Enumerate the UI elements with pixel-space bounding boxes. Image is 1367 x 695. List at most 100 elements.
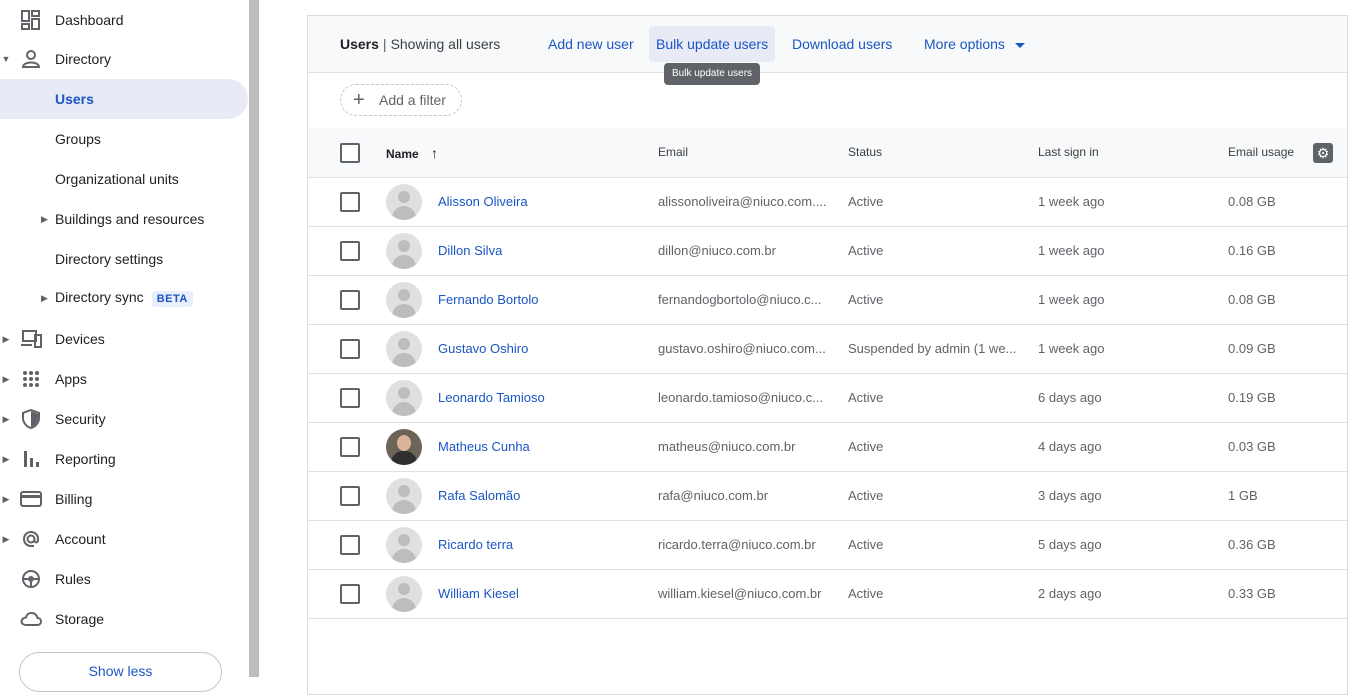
sidebar-item-label: Users <box>55 91 94 107</box>
column-email[interactable]: Email <box>658 145 688 159</box>
avatar <box>386 282 422 318</box>
sidebar-item-reporting[interactable]: ▶ Reporting <box>0 439 249 479</box>
sidebar-item-storage[interactable]: Storage <box>0 599 249 639</box>
sidebar-item-groups[interactable]: Groups <box>0 119 249 159</box>
column-status[interactable]: Status <box>848 145 882 159</box>
table-row[interactable]: Ricardo terra ricardo.terra@niuco.com.br… <box>308 520 1347 570</box>
sidebar-item-label: Apps <box>55 371 87 387</box>
sidebar-item-directory-sync[interactable]: ▶ Directory sync BETA <box>0 278 249 318</box>
add-filter-label: Add a filter <box>379 92 446 108</box>
avatar <box>386 331 422 367</box>
table-row[interactable]: Leonardo Tamioso leonardo.tamioso@niuco.… <box>308 373 1347 423</box>
user-status: Active <box>848 194 884 209</box>
sidebar-item-dashboard[interactable]: Dashboard <box>0 0 249 40</box>
filter-bar: + Add a filter <box>308 72 1347 129</box>
user-status: Active <box>848 488 884 503</box>
sidebar-item-buildings[interactable]: ▶ Buildings and resources <box>0 199 249 239</box>
table-row[interactable]: Matheus Cunha matheus@niuco.com.br Activ… <box>308 422 1347 472</box>
user-name-link[interactable]: Leonardo Tamioso <box>438 390 545 405</box>
row-checkbox[interactable] <box>340 486 360 506</box>
credit-card-icon <box>20 488 42 510</box>
row-checkbox[interactable] <box>340 241 360 261</box>
row-checkbox[interactable] <box>340 388 360 408</box>
select-all-checkbox[interactable] <box>340 143 360 163</box>
user-name-link[interactable]: Alisson Oliveira <box>438 194 528 209</box>
avatar <box>386 576 422 612</box>
table-row[interactable]: Fernando Bortolo fernandogbortolo@niuco.… <box>308 275 1347 325</box>
caret-right-icon[interactable]: ▶ <box>2 334 10 344</box>
download-users-button[interactable]: Download users <box>785 26 899 62</box>
table-row[interactable]: Gustavo Oshiro gustavo.oshiro@niuco.com.… <box>308 324 1347 374</box>
user-name-link[interactable]: Rafa Salomão <box>438 488 520 503</box>
sidebar-item-label-wrap: Directory sync BETA <box>55 289 193 307</box>
bulk-update-users-button[interactable]: Bulk update users <box>649 26 776 62</box>
user-name-link[interactable]: Fernando Bortolo <box>438 292 538 307</box>
user-status: Active <box>848 537 884 552</box>
user-name-link[interactable]: Dillon Silva <box>438 243 502 258</box>
table-row[interactable]: Rafa Salomão rafa@niuco.com.br Active 3 … <box>308 471 1347 521</box>
sidebar-resize-handle[interactable] <box>249 0 259 677</box>
sidebar-item-organizational-units[interactable]: Organizational units <box>0 159 249 199</box>
caret-right-icon[interactable]: ▶ <box>2 374 10 384</box>
row-checkbox[interactable] <box>340 437 360 457</box>
user-email: matheus@niuco.com.br <box>658 439 796 454</box>
sidebar-item-directory-settings[interactable]: Directory settings <box>0 239 249 279</box>
caret-right-icon[interactable]: ▶ <box>41 214 48 225</box>
user-email: fernandogbortolo@niuco.c... <box>658 292 822 307</box>
title-main: Users <box>340 36 379 52</box>
sidebar-item-rules[interactable]: Rules <box>0 559 249 599</box>
user-name-link[interactable]: William Kiesel <box>438 586 519 601</box>
users-toolbar: Users | Showing all users Add new user Bul… <box>308 16 1347 85</box>
caret-right-icon[interactable]: ▶ <box>2 494 10 504</box>
caret-right-icon[interactable]: ▶ <box>2 414 10 424</box>
avatar <box>386 380 422 416</box>
user-email-usage: 0.19 GB <box>1228 390 1276 405</box>
avatar <box>386 184 422 220</box>
title-subtitle: Showing all users <box>390 36 501 52</box>
table-row[interactable]: Alisson Oliveira alissonoliveira@niuco.c… <box>308 177 1347 227</box>
user-name-link[interactable]: Ricardo terra <box>438 537 513 552</box>
sidebar-item-users[interactable]: Users <box>0 79 248 119</box>
cloud-icon <box>20 608 42 630</box>
add-new-user-button[interactable]: Add new user <box>541 26 641 62</box>
avatar <box>386 478 422 514</box>
caret-right-icon[interactable]: ▶ <box>41 293 48 304</box>
user-status: Active <box>848 390 884 405</box>
user-last-sign-in: 3 days ago <box>1038 488 1102 503</box>
user-last-sign-in: 4 days ago <box>1038 439 1102 454</box>
user-status: Active <box>848 243 884 258</box>
more-options-button[interactable]: More options <box>917 26 1032 62</box>
table-row[interactable]: William Kiesel william.kiesel@niuco.com.… <box>308 569 1347 619</box>
sidebar-item-apps[interactable]: ▶ Apps <box>0 359 249 399</box>
sidebar-item-label: Directory settings <box>55 251 164 267</box>
row-checkbox[interactable] <box>340 290 360 310</box>
row-checkbox[interactable] <box>340 584 360 604</box>
user-name-link[interactable]: Matheus Cunha <box>438 439 530 454</box>
gear-icon[interactable]: ⚙ <box>1313 143 1333 163</box>
table-row[interactable]: Dillon Silva dillon@niuco.com.br Active … <box>308 226 1347 276</box>
sort-ascending-icon[interactable]: ↑ <box>431 145 438 161</box>
add-filter-button[interactable]: + Add a filter <box>340 84 462 116</box>
column-last-sign-in[interactable]: Last sign in <box>1038 145 1099 159</box>
sidebar-item-billing[interactable]: ▶ Billing <box>0 479 249 519</box>
caret-down-icon[interactable]: ▼ <box>2 54 11 64</box>
column-name[interactable]: Name ↑ <box>386 145 438 161</box>
user-email-usage: 0.08 GB <box>1228 194 1276 209</box>
sidebar-item-account[interactable]: ▶ Account <box>0 519 249 559</box>
sidebar-item-security[interactable]: ▶ Security <box>0 399 249 439</box>
caret-right-icon[interactable]: ▶ <box>2 454 10 464</box>
user-name-link[interactable]: Gustavo Oshiro <box>438 341 528 356</box>
sidebar-item-devices[interactable]: ▶ Devices <box>0 319 249 359</box>
row-checkbox[interactable] <box>340 535 360 555</box>
column-email-usage[interactable]: Email usage <box>1228 145 1294 159</box>
user-email-usage: 0.08 GB <box>1228 292 1276 307</box>
caret-right-icon[interactable]: ▶ <box>2 534 10 544</box>
sidebar-item-directory[interactable]: ▼ Directory <box>0 39 249 79</box>
row-checkbox[interactable] <box>340 192 360 212</box>
user-email: alissonoliveira@niuco.com.... <box>658 194 827 209</box>
show-less-button[interactable]: Show less <box>19 652 222 692</box>
row-checkbox[interactable] <box>340 339 360 359</box>
user-email: ricardo.terra@niuco.com.br <box>658 537 816 552</box>
beta-badge: BETA <box>151 290 193 307</box>
sidebar-item-label: Rules <box>55 571 91 587</box>
